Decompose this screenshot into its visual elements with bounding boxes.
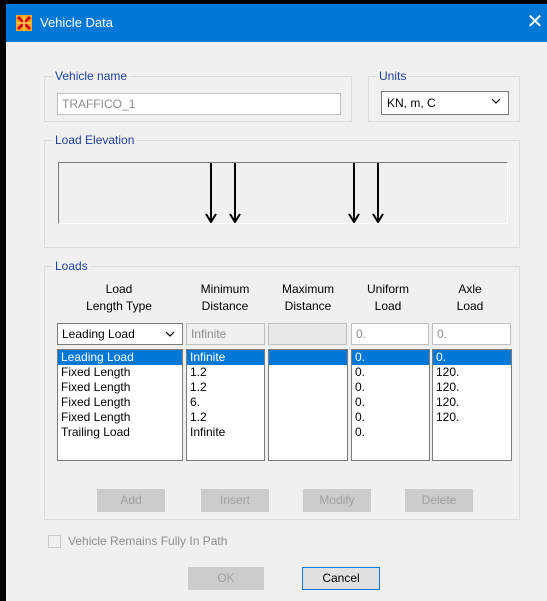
load-elevation-label: Load Elevation bbox=[53, 133, 137, 147]
insert-button[interactable]: Insert bbox=[201, 489, 269, 512]
col-header-uniform-load: Uniform Load bbox=[366, 282, 409, 313]
load-elevation-canvas bbox=[58, 162, 508, 224]
title-bar: Vehicle Data ✕ bbox=[6, 4, 547, 42]
delete-button[interactable]: Delete bbox=[405, 489, 473, 512]
max-distance-row[interactable] bbox=[269, 395, 347, 410]
fully-in-path-checkbox[interactable] bbox=[48, 535, 61, 548]
axle-load-row[interactable]: 120. bbox=[433, 395, 511, 410]
max-distance-input[interactable] bbox=[268, 323, 347, 345]
chevron-down-icon bbox=[491, 98, 501, 104]
load-type-row[interactable]: Trailing Load bbox=[58, 425, 182, 440]
load-type-list[interactable]: Leading Load Fixed Length Fixed Length Fixe… bbox=[57, 349, 183, 461]
min-distance-row[interactable]: 1.2 bbox=[187, 365, 264, 380]
max-distance-list[interactable] bbox=[268, 349, 348, 461]
load-type-select[interactable]: Leading Load bbox=[57, 323, 183, 345]
units-group: Units KN, m, C bbox=[368, 69, 520, 122]
add-button[interactable]: Add bbox=[97, 489, 165, 512]
loads-label: Loads bbox=[53, 259, 90, 273]
axle-arrow-icon bbox=[229, 163, 241, 223]
vehicle-name-field[interactable]: TRAFFICO_1 bbox=[57, 93, 341, 115]
units-label: Units bbox=[377, 69, 409, 83]
load-type-row[interactable]: Fixed Length bbox=[58, 365, 182, 380]
fully-in-path-label: Vehicle Remains Fully In Path bbox=[68, 534, 228, 548]
min-distance-input[interactable]: Infinite bbox=[186, 323, 265, 345]
uniform-load-row[interactable]: 0. bbox=[352, 365, 429, 380]
max-distance-row[interactable] bbox=[269, 350, 347, 365]
col-header-axle-load: Axle Load bbox=[456, 282, 484, 313]
window-title: Vehicle Data bbox=[40, 15, 113, 30]
axle-load-row[interactable]: 120. bbox=[433, 365, 511, 380]
cancel-button[interactable]: Cancel bbox=[302, 567, 380, 590]
uniform-load-row[interactable]: 0. bbox=[352, 410, 429, 425]
load-type-value: Leading Load bbox=[62, 327, 135, 341]
load-type-row[interactable]: Fixed Length bbox=[58, 410, 182, 425]
units-value: KN, m, C bbox=[387, 96, 436, 110]
uniform-load-row[interactable]: 0. bbox=[352, 380, 429, 395]
min-distance-list[interactable]: Infinite 1.2 1.2 6. 1.2 Infinite bbox=[186, 349, 265, 461]
axle-load-list[interactable]: 0. 120. 120. 120. 120. bbox=[432, 349, 512, 461]
axle-load-row[interactable] bbox=[433, 425, 511, 440]
col-header-type: Load Length Type bbox=[86, 282, 152, 313]
min-distance-row[interactable]: 1.2 bbox=[187, 410, 264, 425]
axle-arrow-icon bbox=[372, 163, 384, 223]
app-logo-icon bbox=[16, 15, 32, 31]
ok-button[interactable]: OK bbox=[188, 567, 264, 590]
min-distance-row[interactable]: 1.2 bbox=[187, 380, 264, 395]
max-distance-row[interactable] bbox=[269, 365, 347, 380]
uniform-load-row[interactable]: 0. bbox=[352, 395, 429, 410]
vehicle-name-group: Vehicle name TRAFFICO_1 bbox=[44, 69, 352, 122]
uniform-load-list[interactable]: 0. 0. 0. 0. 0. 0. bbox=[351, 349, 430, 461]
max-distance-row[interactable] bbox=[269, 425, 347, 440]
load-elevation-group: Load Elevation bbox=[44, 133, 520, 248]
min-distance-row[interactable]: Infinite bbox=[187, 425, 264, 440]
min-distance-row[interactable]: 6. bbox=[187, 395, 264, 410]
axle-load-row[interactable]: 120. bbox=[433, 380, 511, 395]
units-select[interactable]: KN, m, C bbox=[381, 91, 509, 115]
axle-load-row[interactable]: 120. bbox=[433, 410, 511, 425]
uniform-load-row[interactable]: 0. bbox=[352, 350, 429, 365]
load-type-row[interactable]: Fixed Length bbox=[58, 395, 182, 410]
uniform-load-input[interactable]: 0. bbox=[351, 323, 429, 345]
vehicle-name-label: Vehicle name bbox=[53, 69, 130, 83]
axle-load-row[interactable]: 0. bbox=[433, 350, 511, 365]
axle-arrow-icon bbox=[348, 163, 360, 223]
max-distance-row[interactable] bbox=[269, 380, 347, 395]
close-icon[interactable]: ✕ bbox=[523, 11, 547, 33]
chevron-down-icon bbox=[165, 331, 175, 337]
col-header-max-distance: Maximum Distance bbox=[281, 282, 334, 313]
uniform-load-row[interactable]: 0. bbox=[352, 425, 429, 440]
max-distance-row[interactable] bbox=[269, 410, 347, 425]
vehicle-data-dialog: Vehicle Data ✕ Vehicle name TRAFFICO_1 U… bbox=[6, 4, 547, 601]
axle-load-input[interactable]: 0. bbox=[432, 323, 511, 345]
col-header-min-distance: Minimum Distance bbox=[200, 282, 250, 313]
min-distance-row[interactable]: Infinite bbox=[187, 350, 264, 365]
load-type-row[interactable]: Leading Load bbox=[58, 350, 182, 365]
loads-group: Loads Load Length Type Minimum Distance Ma… bbox=[44, 259, 520, 520]
load-type-row[interactable]: Fixed Length bbox=[58, 380, 182, 395]
axle-arrow-icon bbox=[205, 163, 217, 223]
modify-button[interactable]: Modify bbox=[303, 489, 371, 512]
